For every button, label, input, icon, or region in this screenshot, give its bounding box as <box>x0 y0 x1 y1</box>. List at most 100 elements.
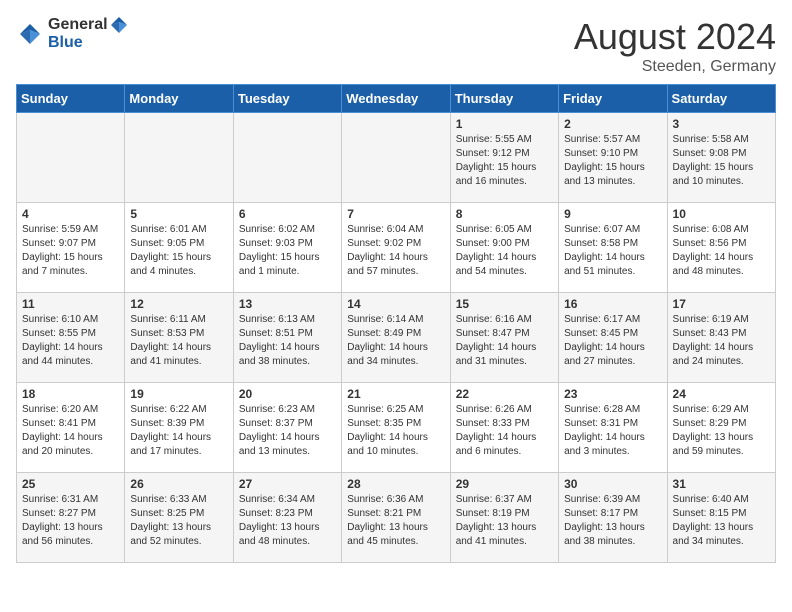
day-number: 19 <box>130 387 227 401</box>
day-info: Sunrise: 6:28 AM Sunset: 8:31 PM Dayligh… <box>564 403 661 459</box>
day-info: Sunrise: 6:23 AM Sunset: 8:37 PM Dayligh… <box>239 403 336 459</box>
calendar-cell: 29Sunrise: 6:37 AM Sunset: 8:19 PM Dayli… <box>450 473 558 563</box>
day-info: Sunrise: 5:57 AM Sunset: 9:10 PM Dayligh… <box>564 133 661 189</box>
day-info: Sunrise: 6:13 AM Sunset: 8:51 PM Dayligh… <box>239 313 336 369</box>
day-number: 15 <box>456 297 553 311</box>
calendar-day-header: Monday <box>125 85 233 113</box>
calendar-day-header: Thursday <box>450 85 558 113</box>
calendar-cell: 4 Sunrise: 5:59 AM Sunset: 9:07 PM Daylig… <box>17 203 125 293</box>
day-info: Sunrise: 6:26 AM Sunset: 8:33 PM Dayligh… <box>456 403 553 459</box>
calendar-table: SundayMondayTuesdayWednesdayThursdayFrid… <box>16 84 776 563</box>
day-info: Sunrise: 6:40 AM Sunset: 8:15 PM Dayligh… <box>673 493 770 549</box>
day-info: Sunrise: 6:10 AM Sunset: 8:55 PM Dayligh… <box>22 313 119 369</box>
calendar-week-row: 18 Sunrise: 6:20 AM Sunset: 8:41 PM Dayli… <box>17 383 776 473</box>
day-number: 2 <box>564 117 661 131</box>
day-info: Sunrise: 6:19 AM Sunset: 8:43 PM Dayligh… <box>673 313 770 369</box>
day-info: Sunrise: 6:14 AM Sunset: 8:49 PM Dayligh… <box>347 313 444 369</box>
calendar-week-row: 25Sunrise: 6:31 AM Sunset: 8:27 PM Dayli… <box>17 473 776 563</box>
day-info: Sunrise: 6:01 AM Sunset: 9:05 PM Dayligh… <box>130 223 227 279</box>
month-year: August 2024 <box>574 16 776 58</box>
day-number: 10 <box>673 207 770 221</box>
day-info: Sunrise: 6:22 AM Sunset: 8:39 PM Dayligh… <box>130 403 227 459</box>
calendar-cell <box>342 113 450 203</box>
day-info: Sunrise: 6:34 AM Sunset: 8:23 PM Dayligh… <box>239 493 336 549</box>
day-info: Sunrise: 6:20 AM Sunset: 8:41 PM Dayligh… <box>22 403 119 459</box>
calendar-week-row: 1 Sunrise: 5:55 AM Sunset: 9:12 PM Daylig… <box>17 113 776 203</box>
calendar-cell <box>17 113 125 203</box>
calendar-cell: 25Sunrise: 6:31 AM Sunset: 8:27 PM Dayli… <box>17 473 125 563</box>
day-info: Sunrise: 6:02 AM Sunset: 9:03 PM Dayligh… <box>239 223 336 279</box>
calendar-week-row: 4 Sunrise: 5:59 AM Sunset: 9:07 PM Daylig… <box>17 203 776 293</box>
location: Steeden, Germany <box>574 58 776 76</box>
calendar-cell: 5 Sunrise: 6:01 AM Sunset: 9:05 PM Daylig… <box>125 203 233 293</box>
page-header: GeneralBlue August 2024 Steeden, Germany <box>16 16 776 76</box>
calendar-cell: 22 Sunrise: 6:26 AM Sunset: 8:33 PM Dayli… <box>450 383 558 473</box>
day-number: 4 <box>22 207 119 221</box>
day-number: 14 <box>347 297 444 311</box>
calendar-cell: 12 Sunrise: 6:11 AM Sunset: 8:53 PM Dayli… <box>125 293 233 383</box>
logo-text: GeneralBlue <box>48 16 128 52</box>
day-number: 18 <box>22 387 119 401</box>
calendar-cell: 11 Sunrise: 6:10 AM Sunset: 8:55 PM Dayli… <box>17 293 125 383</box>
calendar-cell: 28 Sunrise: 6:36 AM Sunset: 8:21 PM Dayli… <box>342 473 450 563</box>
day-info: Sunrise: 6:05 AM Sunset: 9:00 PM Dayligh… <box>456 223 553 279</box>
day-info: Sunrise: 6:37 AM Sunset: 8:19 PM Dayligh… <box>456 493 553 549</box>
calendar-cell <box>233 113 341 203</box>
day-number: 17 <box>673 297 770 311</box>
day-number: 22 <box>456 387 553 401</box>
calendar-cell: 27Sunrise: 6:34 AM Sunset: 8:23 PM Dayli… <box>233 473 341 563</box>
day-number: 13 <box>239 297 336 311</box>
calendar-day-header: Friday <box>559 85 667 113</box>
day-number: 31 <box>673 477 770 491</box>
day-number: 30 <box>564 477 661 491</box>
day-info: Sunrise: 6:29 AM Sunset: 8:29 PM Dayligh… <box>673 403 770 459</box>
day-number: 5 <box>130 207 227 221</box>
day-info: Sunrise: 5:55 AM Sunset: 9:12 PM Dayligh… <box>456 133 553 189</box>
day-info: Sunrise: 5:59 AM Sunset: 9:07 PM Dayligh… <box>22 223 119 279</box>
calendar-cell: 31 Sunrise: 6:40 AM Sunset: 8:15 PM Dayli… <box>667 473 775 563</box>
day-number: 20 <box>239 387 336 401</box>
day-info: Sunrise: 6:36 AM Sunset: 8:21 PM Dayligh… <box>347 493 444 549</box>
calendar-day-header: Tuesday <box>233 85 341 113</box>
day-number: 11 <box>22 297 119 311</box>
day-number: 25 <box>22 477 119 491</box>
day-number: 21 <box>347 387 444 401</box>
calendar-cell: 7Sunrise: 6:04 AM Sunset: 9:02 PM Daylig… <box>342 203 450 293</box>
day-number: 1 <box>456 117 553 131</box>
calendar-cell: 6Sunrise: 6:02 AM Sunset: 9:03 PM Daylig… <box>233 203 341 293</box>
calendar-cell: 16Sunrise: 6:17 AM Sunset: 8:45 PM Dayli… <box>559 293 667 383</box>
logo: GeneralBlue <box>16 16 128 52</box>
day-info: Sunrise: 6:33 AM Sunset: 8:25 PM Dayligh… <box>130 493 227 549</box>
calendar-week-row: 11 Sunrise: 6:10 AM Sunset: 8:55 PM Dayli… <box>17 293 776 383</box>
calendar-cell: 13 Sunrise: 6:13 AM Sunset: 8:51 PM Dayli… <box>233 293 341 383</box>
calendar-cell <box>125 113 233 203</box>
day-number: 3 <box>673 117 770 131</box>
day-info: Sunrise: 6:16 AM Sunset: 8:47 PM Dayligh… <box>456 313 553 369</box>
day-number: 8 <box>456 207 553 221</box>
day-info: Sunrise: 6:39 AM Sunset: 8:17 PM Dayligh… <box>564 493 661 549</box>
day-info: Sunrise: 6:07 AM Sunset: 8:58 PM Dayligh… <box>564 223 661 279</box>
calendar-day-header: Saturday <box>667 85 775 113</box>
day-info: Sunrise: 6:11 AM Sunset: 8:53 PM Dayligh… <box>130 313 227 369</box>
day-number: 24 <box>673 387 770 401</box>
calendar-cell: 2 Sunrise: 5:57 AM Sunset: 9:10 PM Daylig… <box>559 113 667 203</box>
day-info: Sunrise: 6:08 AM Sunset: 8:56 PM Dayligh… <box>673 223 770 279</box>
calendar-cell: 10 Sunrise: 6:08 AM Sunset: 8:56 PM Dayli… <box>667 203 775 293</box>
day-number: 28 <box>347 477 444 491</box>
day-info: Sunrise: 6:04 AM Sunset: 9:02 PM Dayligh… <box>347 223 444 279</box>
calendar-cell: 17 Sunrise: 6:19 AM Sunset: 8:43 PM Dayli… <box>667 293 775 383</box>
calendar-day-header: Sunday <box>17 85 125 113</box>
calendar-cell: 26Sunrise: 6:33 AM Sunset: 8:25 PM Dayli… <box>125 473 233 563</box>
day-number: 12 <box>130 297 227 311</box>
calendar-day-header: Wednesday <box>342 85 450 113</box>
calendar-cell: 14 Sunrise: 6:14 AM Sunset: 8:49 PM Dayli… <box>342 293 450 383</box>
day-info: Sunrise: 5:58 AM Sunset: 9:08 PM Dayligh… <box>673 133 770 189</box>
logo-icon <box>16 20 44 48</box>
calendar-cell: 21Sunrise: 6:25 AM Sunset: 8:35 PM Dayli… <box>342 383 450 473</box>
calendar-header-row: SundayMondayTuesdayWednesdayThursdayFrid… <box>17 85 776 113</box>
calendar-cell: 30 Sunrise: 6:39 AM Sunset: 8:17 PM Dayli… <box>559 473 667 563</box>
calendar-cell: 19 Sunrise: 6:22 AM Sunset: 8:39 PM Dayli… <box>125 383 233 473</box>
calendar-cell: 9Sunrise: 6:07 AM Sunset: 8:58 PM Daylig… <box>559 203 667 293</box>
calendar-cell: 20 Sunrise: 6:23 AM Sunset: 8:37 PM Dayli… <box>233 383 341 473</box>
calendar-cell: 23Sunrise: 6:28 AM Sunset: 8:31 PM Dayli… <box>559 383 667 473</box>
